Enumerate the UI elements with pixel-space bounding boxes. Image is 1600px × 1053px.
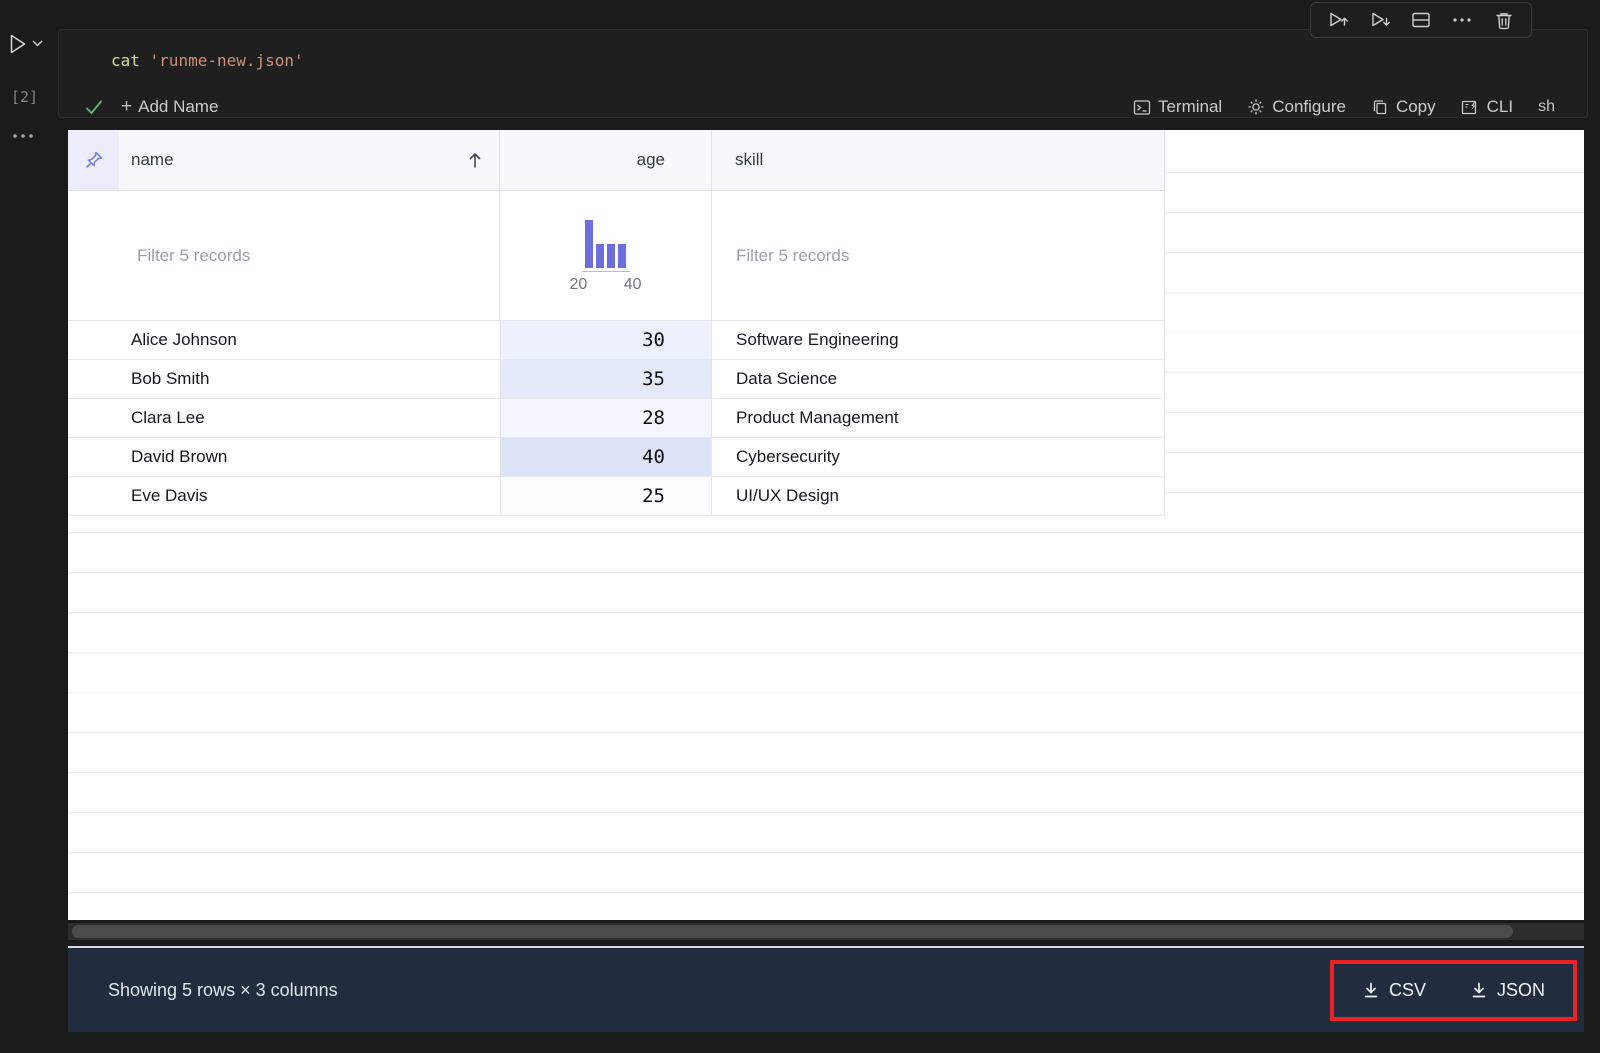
execute-above-button[interactable] [1324,6,1352,34]
age-filter-histogram[interactable]: 20 40 [500,191,712,320]
cell-skill[interactable]: Software Engineering [712,321,1164,359]
cell-name[interactable]: David Brown [68,438,500,476]
cell-skill[interactable]: UI/UX Design [712,477,1164,515]
cell-age[interactable]: 30 [500,321,712,359]
code-editor[interactable]: cat 'runme-new.json' [111,50,304,72]
configure-label: Configure [1272,97,1346,116]
download-icon [1470,981,1488,999]
split-cell-icon[interactable] [1407,6,1435,34]
terminal-button[interactable]: Terminal [1133,97,1222,117]
cell-menu-dots-icon[interactable] [12,133,36,139]
horizontal-scrollbar-thumb[interactable] [72,925,1513,938]
code-argument: 'runme-new.json' [139,51,304,70]
export-csv-label: CSV [1388,979,1426,1000]
add-name-label: Add Name [138,97,219,116]
success-check-icon [85,100,103,115]
execution-count: [2] [11,88,39,106]
skill-filter-placeholder: Filter 5 records [736,245,850,265]
column-header-age[interactable]: age [500,130,712,190]
age-tick-min: 20 [569,275,588,293]
table-row: Eve Davis 25 UI/UX Design [68,477,1164,516]
name-filter-placeholder: Filter 5 records [137,245,251,265]
cell-name[interactable]: Eve Davis [68,477,500,515]
cell-skill[interactable]: Product Management [712,399,1164,437]
cli-button[interactable]: CLI [1461,97,1513,117]
cell-age[interactable]: 35 [500,360,712,398]
histogram-bar [607,243,615,268]
play-icon [8,33,28,55]
cell-name[interactable]: Clara Lee [68,399,500,437]
cli-lightning-icon [1461,99,1480,116]
more-actions-icon[interactable] [1448,6,1476,34]
cell-toolbar [1310,2,1532,38]
column-header-name-label: name [131,150,174,169]
terminal-label: Terminal [1157,97,1223,116]
delete-cell-icon[interactable] [1490,6,1518,34]
copy-icon [1371,98,1389,116]
cell-name[interactable]: Alice Johnson [68,321,500,359]
table-row: David Brown 40 Cybersecurity [68,438,1164,477]
table-filter-row: Filter 5 records 20 40 Filter 5 records [68,191,1164,321]
cell-status-bar: + Add Name Terminal Configure Copy CLI s… [85,94,1555,120]
configure-button[interactable]: Configure [1247,97,1346,117]
copy-label: Copy [1395,97,1436,116]
skill-filter-input[interactable]: Filter 5 records [712,191,1164,320]
run-cell-button[interactable] [8,33,43,55]
execute-below-button[interactable] [1366,6,1394,34]
table-header-row: name age skill [68,130,1164,191]
cell-skill[interactable]: Cybersecurity [712,438,1164,476]
table-row: Bob Smith 35 Data Science [68,360,1164,399]
pin-icon [83,149,105,171]
age-histogram-bars [585,218,626,268]
histogram-bar [596,243,604,268]
name-filter-input[interactable]: Filter 5 records [68,191,500,320]
age-histogram-axis [581,270,630,272]
age-histogram-ticks: 20 40 [570,276,642,294]
table-output-panel: name age skill Filter 5 records 20 40 Fi… [68,130,1584,920]
cell-name[interactable]: Bob Smith [68,360,500,398]
table-row: Alice Johnson 30 Software Engineering [68,321,1164,360]
copy-button[interactable]: Copy [1371,97,1436,117]
export-csv-button[interactable]: CSV [1362,980,1426,1001]
column-header-age-label: age [636,150,665,169]
cli-label: CLI [1486,97,1514,116]
cell-age[interactable]: 25 [500,477,712,515]
column-header-skill-label: skill [735,150,764,169]
add-name-button[interactable]: + Add Name [121,97,218,117]
data-table: name age skill Filter 5 records 20 40 Fi… [68,130,1165,516]
plus-icon: + [121,96,133,117]
column-header-name[interactable]: name [119,130,500,190]
horizontal-scrollbar-track[interactable] [68,923,1584,940]
language-picker[interactable]: sh [1538,98,1555,116]
cell-skill[interactable]: Data Science [712,360,1164,398]
code-cell: cat 'runme-new.json' + Add Name Terminal [58,29,1588,118]
export-json-label: JSON [1497,979,1546,1000]
table-row: Clara Lee 28 Product Management [68,399,1164,438]
cell-age[interactable]: 28 [500,399,712,437]
age-tick-max: 40 [623,275,642,293]
download-icon [1362,981,1380,999]
export-highlight-box: CSV JSON [1330,959,1577,1021]
histogram-bar [618,243,626,268]
sort-ascending-icon [467,151,483,169]
column-header-skill[interactable]: skill [712,130,1164,190]
chevron-down-icon[interactable] [32,40,43,47]
histogram-bar [585,219,593,268]
terminal-icon [1133,99,1151,116]
row-count-summary: Showing 5 rows × 3 columns [108,979,338,1000]
code-command: cat [111,51,140,70]
export-json-button[interactable]: JSON [1470,980,1545,1001]
pin-column-header[interactable] [68,130,119,190]
cell-age[interactable]: 40 [500,438,712,476]
gear-icon [1247,98,1265,116]
table-footer-bar: Showing 5 rows × 3 columns CSV JSON [68,946,1584,1032]
